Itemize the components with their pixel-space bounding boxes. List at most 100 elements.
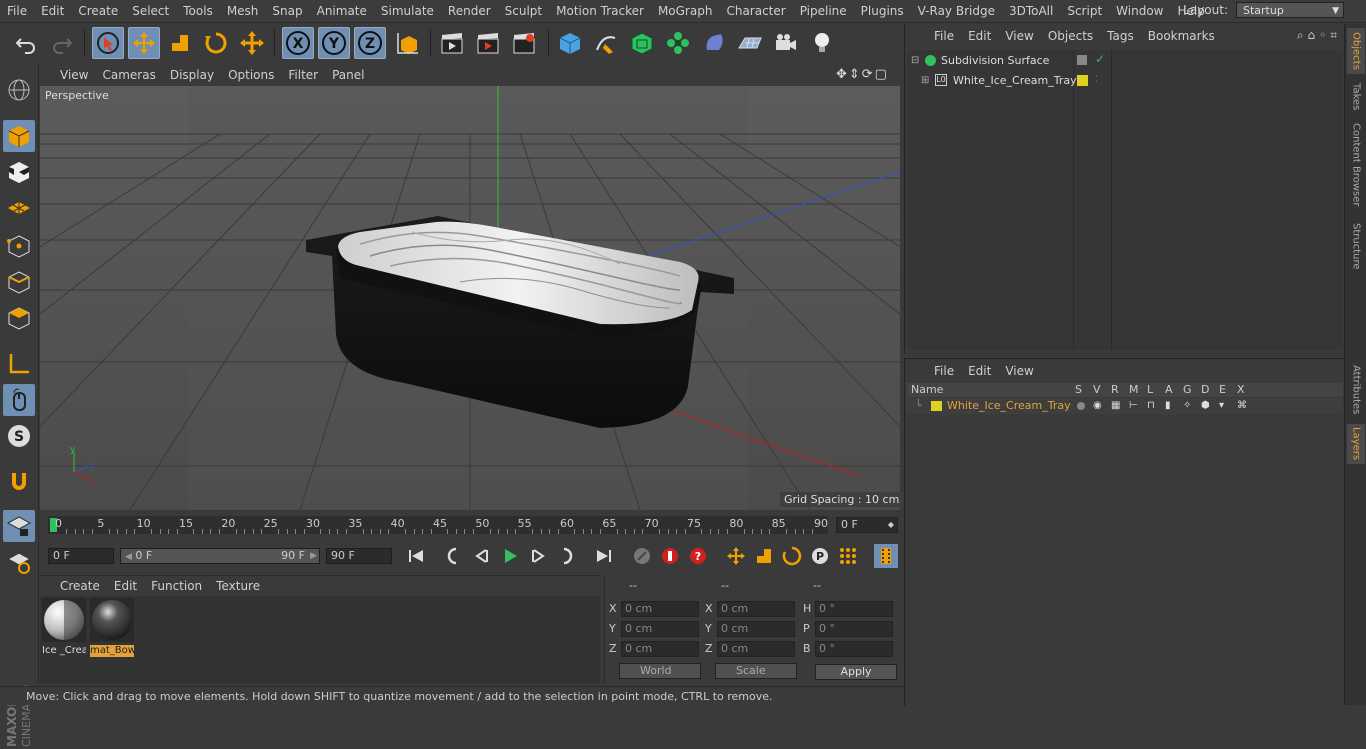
- hierarchy-icon[interactable]: ⊢: [1129, 398, 1138, 414]
- material-swatch[interactable]: Ice _Crea: [42, 598, 86, 656]
- menu-file[interactable]: File: [0, 4, 34, 18]
- size-y-field[interactable]: 0 cm: [717, 621, 795, 637]
- key-rotation-button[interactable]: [780, 544, 804, 568]
- layer-menu-view[interactable]: View: [998, 364, 1040, 378]
- menu-mograph[interactable]: MoGraph: [651, 4, 720, 18]
- menu-sculpt[interactable]: Sculpt: [498, 4, 549, 18]
- current-frame-field[interactable]: 0 F ◆: [836, 517, 898, 533]
- expression-icon[interactable]: ▾: [1219, 398, 1224, 414]
- layer-col-render[interactable]: R: [1111, 383, 1119, 397]
- play-button[interactable]: [498, 544, 522, 568]
- go-to-end-button[interactable]: [592, 544, 616, 568]
- visibility-dots-icon[interactable]: ⁚: [1095, 71, 1098, 90]
- object-manager-nav-icons[interactable]: ⌕⌂◦⌗: [1297, 28, 1341, 43]
- viewport-menu-cameras[interactable]: Cameras: [95, 68, 162, 82]
- axis-mode-button[interactable]: [3, 348, 35, 380]
- floor-button[interactable]: [734, 27, 766, 59]
- object-menu-objects[interactable]: Objects: [1041, 29, 1100, 43]
- layer-menu-edit[interactable]: Edit: [961, 364, 998, 378]
- transform-tool-button[interactable]: [236, 27, 268, 59]
- material-swatch-selected[interactable]: mat_Bow: [90, 598, 134, 657]
- key-scale-button[interactable]: [752, 544, 776, 568]
- render-settings-button[interactable]: [508, 27, 540, 59]
- layer-color-icon[interactable]: [1077, 75, 1088, 86]
- frame-range-slider[interactable]: ◀ 0 F 90 F ▶: [120, 548, 320, 564]
- next-key-button[interactable]: [554, 544, 578, 568]
- layer-col-solo[interactable]: S: [1075, 383, 1082, 397]
- coordinate-system-button[interactable]: [392, 27, 424, 59]
- layer-col-locked[interactable]: L: [1147, 383, 1153, 397]
- position-y-field[interactable]: 0 cm: [621, 621, 699, 637]
- layer-menu-file[interactable]: File: [927, 364, 961, 378]
- model-mode-button[interactable]: [3, 120, 35, 152]
- points-mode-button[interactable]: [3, 230, 35, 262]
- rotate-tool-button[interactable]: [200, 27, 232, 59]
- menu-snap[interactable]: Snap: [265, 4, 309, 18]
- timeline-ruler[interactable]: 0 5 10 15 20 25 30 35 40 45 50 55 60 65 70 75 80 85 90: [48, 516, 828, 534]
- film-icon[interactable]: ▮: [1165, 398, 1171, 414]
- menu-simulate[interactable]: Simulate: [374, 4, 441, 18]
- edges-mode-button[interactable]: [3, 266, 35, 298]
- size-z-field[interactable]: 0 cm: [717, 641, 795, 657]
- menu-tools[interactable]: Tools: [176, 4, 220, 18]
- undo-button[interactable]: [10, 27, 42, 59]
- render-view-button[interactable]: [436, 27, 468, 59]
- go-to-start-button[interactable]: [404, 544, 428, 568]
- menu-edit[interactable]: Edit: [34, 4, 71, 18]
- tab-objects[interactable]: Objects: [1347, 28, 1365, 74]
- spline-pen-button[interactable]: [590, 27, 622, 59]
- menu-3dtoall[interactable]: 3DToAll: [1002, 4, 1060, 18]
- autokey-button[interactable]: [658, 544, 682, 568]
- y-axis-button[interactable]: Y: [318, 27, 350, 59]
- menu-motion-tracker[interactable]: Motion Tracker: [549, 4, 651, 18]
- collapse-icon[interactable]: ⊟: [911, 51, 919, 70]
- layer-col-expressions[interactable]: E: [1219, 383, 1226, 397]
- layout-select[interactable]: Startup ▼: [1236, 2, 1344, 18]
- material-menu-create[interactable]: Create: [40, 579, 107, 593]
- menu-create[interactable]: Create: [71, 4, 125, 18]
- snap-button[interactable]: S: [3, 420, 35, 452]
- redo-button[interactable]: [46, 27, 78, 59]
- viewport-menu-filter[interactable]: Filter: [281, 68, 325, 82]
- object-menu-bookmarks[interactable]: Bookmarks: [1141, 29, 1222, 43]
- viewport-menu-panel[interactable]: Panel: [325, 68, 371, 82]
- size-mode-dropdown[interactable]: Scale: [715, 663, 797, 679]
- end-frame-field[interactable]: 90 F: [326, 548, 392, 564]
- tab-attributes[interactable]: Attributes: [1347, 360, 1365, 420]
- layer-color-swatch[interactable]: [931, 401, 942, 411]
- 3d-viewport[interactable]: y z x: [40, 86, 900, 510]
- timeline-window-button[interactable]: [874, 544, 898, 568]
- key-parameter-button[interactable]: P: [808, 544, 832, 568]
- menu-render[interactable]: Render: [441, 4, 498, 18]
- position-z-field[interactable]: 0 cm: [621, 641, 699, 657]
- layer-col-animation[interactable]: A: [1165, 383, 1173, 397]
- viewport-menu-options[interactable]: Options: [221, 68, 281, 82]
- tweak-mode-button[interactable]: [3, 384, 35, 416]
- start-frame-field[interactable]: 0 F: [48, 548, 114, 564]
- object-menu-view[interactable]: View: [998, 29, 1040, 43]
- cube-primitive-button[interactable]: [554, 27, 586, 59]
- tab-takes[interactable]: Takes: [1347, 80, 1365, 114]
- object-name[interactable]: Subdivision Surface: [941, 51, 1049, 70]
- deformer-button[interactable]: [698, 27, 730, 59]
- coordinate-space-dropdown[interactable]: World: [619, 663, 701, 679]
- layer-row[interactable]: └ White_Ice_Cream_Tray ◉ ▦ ⊢ ⊓ ▮ ✧ ⬢ ▾ ⌘: [907, 398, 1343, 414]
- layer-col-deformers[interactable]: D: [1201, 383, 1209, 397]
- rotation-h-field[interactable]: 0 °: [815, 601, 893, 617]
- material-menu-function[interactable]: Function: [144, 579, 209, 593]
- eye-icon[interactable]: ◉: [1093, 398, 1102, 414]
- lock-icon[interactable]: ⊓: [1147, 398, 1155, 414]
- menu-select[interactable]: Select: [125, 4, 176, 18]
- apply-button[interactable]: Apply: [815, 664, 897, 680]
- layer-col-manager[interactable]: M: [1129, 383, 1139, 397]
- previous-frame-button[interactable]: [470, 544, 494, 568]
- menu-pipeline[interactable]: Pipeline: [793, 4, 854, 18]
- layer-col-view[interactable]: V: [1093, 383, 1101, 397]
- material-menu-texture[interactable]: Texture: [209, 579, 267, 593]
- x-axis-button[interactable]: X: [282, 27, 314, 59]
- viewport-nav-icons[interactable]: ✥⇕⟳▢: [836, 67, 889, 82]
- next-frame-button[interactable]: [526, 544, 550, 568]
- keyframe-selection-button[interactable]: ?: [686, 544, 710, 568]
- render-to-picture-viewer-button[interactable]: [472, 27, 504, 59]
- xref-icon[interactable]: ⌘: [1237, 398, 1247, 414]
